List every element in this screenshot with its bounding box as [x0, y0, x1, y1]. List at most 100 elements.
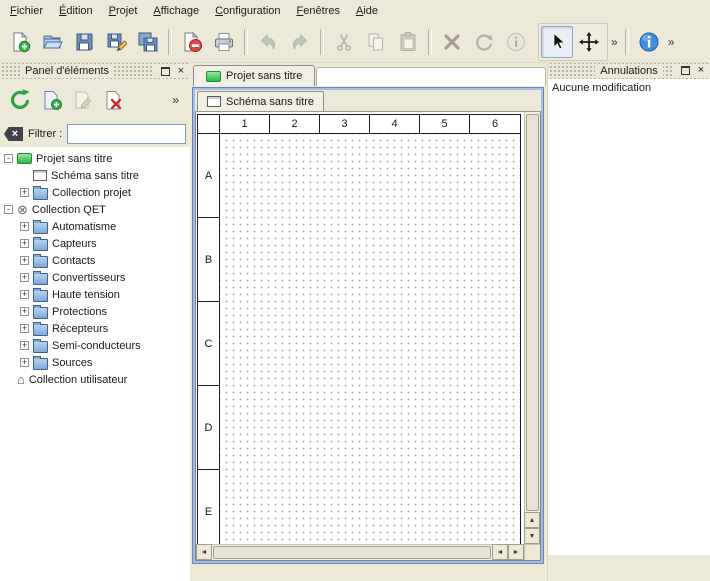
expander-icon[interactable]: +	[20, 290, 29, 299]
scroll-left-button-2[interactable]: ◄	[492, 544, 508, 560]
new-document-button[interactable]	[4, 26, 36, 58]
scroll-left-button[interactable]: ◄	[196, 544, 212, 560]
vertical-scrollbar[interactable]: ▲ ▼	[524, 112, 540, 544]
vertical-scrollbar-thumb[interactable]	[526, 114, 539, 511]
save-as-button[interactable]	[100, 26, 132, 58]
toolbar-separator	[168, 29, 172, 55]
print-button[interactable]	[208, 26, 240, 58]
rotate-icon	[473, 31, 495, 53]
tree-item-schema[interactable]: Schéma sans titre	[0, 167, 190, 184]
pan-mode-button[interactable]	[573, 26, 605, 58]
delete-selection-button[interactable]	[436, 26, 468, 58]
tree-item-capteurs[interactable]: + Capteurs	[0, 235, 190, 252]
menu-fenetres[interactable]: Fenêtres	[289, 2, 348, 20]
column-header: 3	[320, 115, 370, 133]
tree-item-collection-utilisateur[interactable]: ⌂ Collection utilisateur	[0, 371, 190, 388]
toolbar-separator	[320, 29, 324, 55]
tree-item-automatisme[interactable]: + Automatisme	[0, 218, 190, 235]
tree-item-semi-conducteurs[interactable]: + Semi-conducteurs	[0, 337, 190, 354]
scroll-up-button[interactable]: ▲	[524, 512, 540, 528]
cut-button[interactable]	[328, 26, 360, 58]
header-corner	[198, 115, 220, 133]
menu-configuration[interactable]: Configuration	[207, 2, 288, 20]
expander-icon[interactable]: +	[20, 239, 29, 248]
delete-element-icon	[103, 89, 125, 111]
expander-icon[interactable]: +	[20, 222, 29, 231]
new-element-button[interactable]	[41, 89, 63, 111]
delete-element-button[interactable]	[103, 89, 125, 111]
home-icon: ⌂	[17, 373, 25, 386]
edit-element-icon	[72, 89, 94, 111]
elements-panel-toolbar: »	[0, 79, 190, 121]
tree-item-contacts[interactable]: + Contacts	[0, 252, 190, 269]
tree-item-collection-projet[interactable]: + Collection projet	[0, 184, 190, 201]
tree-item-recepteurs[interactable]: + Récepteurs	[0, 320, 190, 337]
toolbar-overflow-chevron[interactable]: »	[608, 36, 621, 48]
expander-icon[interactable]: +	[20, 273, 29, 282]
toolbar-overflow-chevron-2[interactable]: »	[665, 36, 678, 48]
menu-affichage[interactable]: Affichage	[145, 2, 207, 20]
menu-aide[interactable]: Aide	[348, 2, 386, 20]
undo-button[interactable]	[252, 26, 284, 58]
undo-list-item[interactable]: Aucune modification	[548, 79, 710, 97]
close-file-button[interactable]	[176, 26, 208, 58]
copy-button[interactable]	[360, 26, 392, 58]
rotate-button[interactable]	[468, 26, 500, 58]
expander-icon[interactable]: +	[20, 188, 29, 197]
scroll-down-button[interactable]: ▼	[524, 528, 540, 544]
filter-input[interactable]	[67, 124, 186, 144]
expander-icon[interactable]: +	[20, 256, 29, 265]
expander-icon[interactable]: +	[20, 358, 29, 367]
panel-toolbar-overflow-chevron[interactable]: »	[169, 94, 182, 106]
dock-buttons: ×	[674, 64, 708, 77]
collections-tree[interactable]: - Projet sans titre Schéma sans titre + …	[0, 147, 190, 581]
toolbar-separator	[244, 29, 248, 55]
filter-label: Filtrer :	[28, 128, 62, 140]
float-button[interactable]	[678, 64, 692, 77]
tree-item-protections[interactable]: + Protections	[0, 303, 190, 320]
menu-projet[interactable]: Projet	[101, 2, 146, 20]
save-all-button[interactable]	[132, 26, 164, 58]
menu-edition[interactable]: Édition	[51, 2, 101, 20]
selection-mode-button[interactable]	[541, 26, 573, 58]
tab-projet-sans-titre[interactable]: Projet sans titre	[193, 65, 315, 86]
undo-dock-titlebar[interactable]: Annulations ×	[548, 63, 710, 79]
tree-item-project[interactable]: - Projet sans titre	[0, 150, 190, 167]
save-button[interactable]	[68, 26, 100, 58]
horizontal-scrollbar[interactable]: ◄ ◄ ►	[196, 544, 524, 560]
about-qet-button[interactable]	[633, 26, 665, 58]
diagram-view[interactable]: 1 2 3 4 5 6 A B C	[195, 112, 541, 561]
elements-panel-titlebar[interactable]: Panel d'éléments ×	[0, 63, 190, 79]
close-button[interactable]: ×	[174, 65, 188, 78]
reload-collections-button[interactable]	[8, 88, 32, 112]
tree-item-sources[interactable]: + Sources	[0, 354, 190, 371]
undo-history-list[interactable]: Aucune modification	[548, 79, 710, 555]
element-infos-button[interactable]	[500, 26, 532, 58]
project-icon	[206, 71, 221, 82]
expander-icon[interactable]: -	[4, 205, 13, 214]
tree-item-haute-tension[interactable]: + Haute tension	[0, 286, 190, 303]
redo-button[interactable]	[284, 26, 316, 58]
horizontal-scrollbar-thumb[interactable]	[213, 546, 491, 559]
scroll-right-button[interactable]: ►	[508, 544, 524, 560]
open-project-button[interactable]	[36, 26, 68, 58]
paste-button[interactable]	[392, 26, 424, 58]
tab-schema-sans-titre[interactable]: Schéma sans titre	[197, 91, 324, 111]
save-all-icon	[137, 31, 159, 53]
tree-item-convertisseurs[interactable]: + Convertisseurs	[0, 269, 190, 286]
expander-icon[interactable]: +	[20, 307, 29, 316]
expander-icon[interactable]: +	[20, 324, 29, 333]
clear-filter-button[interactable]: ×	[4, 127, 23, 141]
redo-icon	[289, 31, 311, 53]
float-button[interactable]	[158, 65, 172, 78]
main-toolbar: » »	[0, 22, 710, 63]
expander-icon[interactable]: +	[20, 341, 29, 350]
menu-fichier[interactable]: Fichier	[2, 2, 51, 20]
expander-icon[interactable]: -	[4, 154, 13, 163]
tree-item-collection-qet[interactable]: - ⊗ Collection QET	[0, 201, 190, 218]
edit-element-button[interactable]	[72, 89, 94, 111]
schema-canvas[interactable]	[220, 134, 520, 554]
info-blue-icon	[638, 31, 660, 53]
folder-icon	[33, 358, 48, 370]
close-button[interactable]: ×	[694, 64, 708, 77]
